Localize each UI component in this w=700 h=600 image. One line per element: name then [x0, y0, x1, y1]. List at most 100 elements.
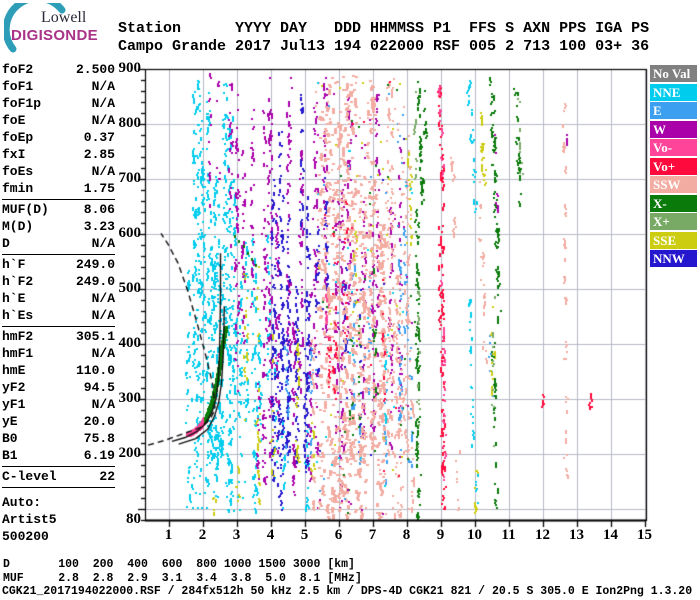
param-value: 22: [99, 468, 115, 485]
param-row: hmE110.0: [2, 362, 115, 379]
x-tick-label: 9: [430, 527, 452, 544]
param-row: B16.19: [2, 447, 115, 464]
digisonde-ionogram-window: Lowell DIGISONDE Station YYYY DAY DDD HH…: [0, 0, 700, 600]
x-tick-label: 12: [532, 527, 554, 544]
x-tick-label: 8: [396, 527, 418, 544]
param-row: foEN/A: [2, 112, 115, 129]
logo-digisonde-text: DIGISONDE: [11, 27, 98, 44]
x-tick-label: 5: [294, 527, 316, 544]
param-row: foEp0.37: [2, 129, 115, 146]
param-label: hmF2: [2, 328, 33, 345]
y-tick-label: 80: [107, 511, 141, 528]
param-row: foF1 N/A: [2, 78, 115, 95]
param-label: D: [2, 235, 10, 252]
param-row: foEsN/A: [2, 163, 115, 180]
param-value: N/A: [92, 95, 115, 112]
y-tick-label: 600: [107, 225, 141, 242]
param-label: fmin: [2, 180, 33, 197]
param-label: foEp: [2, 129, 33, 146]
x-tick-label: 14: [600, 527, 622, 544]
param-row: yF1N/A: [2, 396, 115, 413]
param-label: foEs: [2, 163, 33, 180]
param-row: yF294.5: [2, 379, 115, 396]
legend-item-vo-: Vo-: [650, 139, 697, 156]
param-row: h`EN/A: [2, 290, 115, 307]
param-row: B075.8: [2, 430, 115, 447]
param-row: foF1p N/A: [2, 95, 115, 112]
param-group: foF22.500foF1N/AfoF1pN/AfoEN/AfoEp0.37fx…: [2, 61, 115, 197]
param-label: h`E: [2, 290, 25, 307]
param-label: B1: [2, 447, 18, 464]
autoscaling-info: Auto:Artist5500200: [2, 487, 115, 545]
param-value: N/A: [92, 307, 115, 324]
param-row: yE 20.0: [2, 413, 115, 430]
legend-item-x+: X+: [650, 213, 697, 230]
logo-lowell-text: Lowell: [41, 9, 86, 27]
header-values-row: Campo Grande 2017 Jul13 194 022000 RSF 0…: [118, 38, 649, 55]
x-tick-label: 6: [328, 527, 350, 544]
y-tick-label: 200: [107, 445, 141, 462]
x-tick-label: 13: [566, 527, 588, 544]
muf-row: MUF 2.8 2.8 2.9 3.1 3.4 3.8 5.0 8.1 [MHz…: [3, 572, 362, 585]
param-label: h`Es: [2, 307, 33, 324]
param-row: h`Es N/A: [2, 307, 115, 324]
file-info-row: CGK21_2017194022000.RSF / 284fx512h 50 k…: [2, 585, 692, 598]
param-row: hmF1N/A: [2, 345, 115, 362]
x-tick-label: 15: [634, 527, 656, 544]
y-tick-label: 500: [107, 280, 141, 297]
param-label: foE: [2, 112, 25, 129]
echo-direction-legend: No Val NNEEWVo- Vo+SSW X-X+ SSENNW: [650, 65, 698, 269]
distance-row: D 100 200 400 600 800 1000 1500 3000 [km…: [3, 558, 355, 571]
param-label: hmE: [2, 362, 25, 379]
legend-item-x-: X-: [650, 195, 697, 212]
x-tick-label: 10: [464, 527, 486, 544]
param-label: MUF(D): [2, 201, 49, 218]
param-label: fxI: [2, 146, 25, 163]
param-group: hmF2305.1hmF1N/AhmE110.0yF294.5yF1N/AyE 2…: [2, 326, 115, 464]
scaled-parameters-panel: foF22.500foF1N/AfoF1pN/AfoEN/AfoEp0.37fx…: [2, 61, 115, 545]
ionogram-plot: [128, 55, 653, 533]
legend-item-ssw: SSW: [650, 176, 697, 193]
lowell-digisonde-logo: Lowell DIGISONDE: [4, 3, 116, 53]
param-label: M(D): [2, 218, 33, 235]
x-tick-label: 4: [260, 527, 282, 544]
param-label: hmF1: [2, 345, 33, 362]
header-labels-row: Station YYYY DAY DDD HHMMSS P1 FFS S AXN…: [118, 20, 649, 37]
legend-item-noval: No Val: [650, 65, 697, 82]
param-group: C-level 22: [2, 466, 115, 485]
legend-item-w: W: [650, 121, 697, 138]
param-label: foF1: [2, 78, 33, 95]
param-label: yE: [2, 413, 18, 430]
param-label: h`F: [2, 256, 25, 273]
legend-item-vo+: Vo+: [650, 158, 697, 175]
param-label: foF1p: [2, 95, 41, 112]
y-tick-label: 400: [107, 335, 141, 352]
legend-item-e: E: [650, 102, 697, 119]
param-label: yF2: [2, 379, 25, 396]
y-tick-label: 900: [107, 60, 141, 77]
param-value: N/A: [92, 78, 115, 95]
x-tick-label: 3: [226, 527, 248, 544]
y-tick-label: 800: [107, 115, 141, 132]
x-tick-label: 2: [192, 527, 214, 544]
autoscaling-line: Auto:: [2, 494, 115, 511]
y-tick-label: 300: [107, 390, 141, 407]
param-row: hmF2305.1: [2, 328, 115, 345]
param-row: DN/A: [2, 235, 115, 252]
legend-item-sse: SSE: [650, 232, 697, 249]
param-value: 8.06: [84, 201, 115, 218]
param-value: 20.0: [84, 413, 115, 430]
param-label: C-level: [2, 468, 57, 485]
legend-item-nnw: NNW: [650, 250, 697, 267]
autoscaling-line: 500200: [2, 528, 115, 545]
legend-item-nne: NNE: [650, 84, 697, 101]
station-header: Station YYYY DAY DDD HHMMSS P1 FFS S AXN…: [118, 20, 649, 56]
param-row: fmin1.75: [2, 180, 115, 197]
distance-muf-table: D 100 200 400 600 800 1000 1500 3000 [km…: [3, 558, 362, 585]
param-label: h`F2: [2, 273, 33, 290]
param-row: foF22.500: [2, 61, 115, 78]
param-value: 249.0: [76, 256, 115, 273]
param-value: 2.85: [84, 146, 115, 163]
param-row: M(D)3.23: [2, 218, 115, 235]
x-tick-label: 7: [362, 527, 384, 544]
